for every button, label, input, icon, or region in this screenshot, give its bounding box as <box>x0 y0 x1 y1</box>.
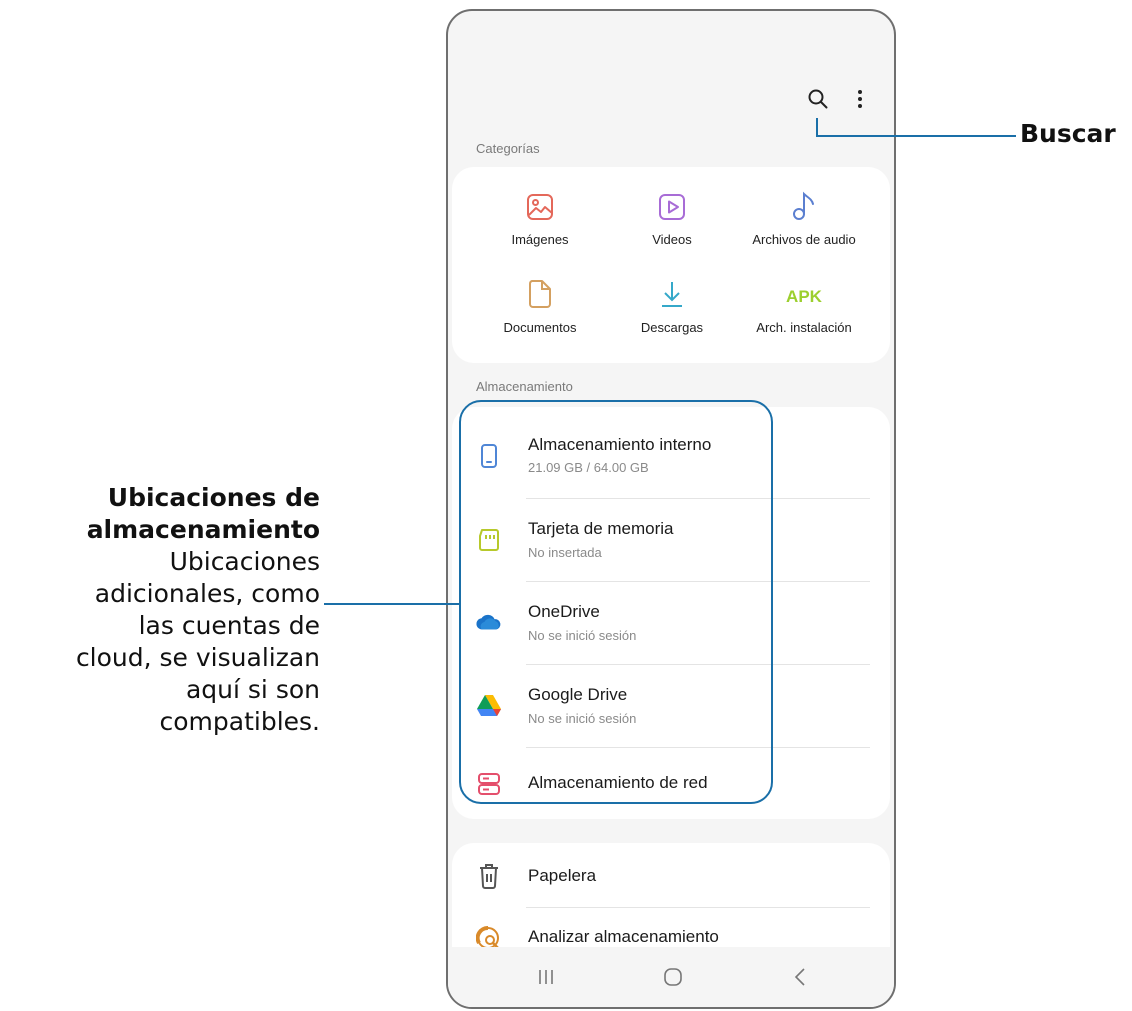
storage-callout-desc: cloud, se visualizan <box>75 643 320 672</box>
storage-callout-desc: adicionales, como <box>94 579 320 608</box>
storage-callout-title: Ubicaciones de <box>107 483 320 512</box>
storage-callout-desc: compatibles. <box>159 707 321 736</box>
storage-callout: Ubicaciones de almacenamiento Ubicacione… <box>0 482 320 738</box>
storage-callout-desc: Ubicaciones <box>169 547 320 576</box>
storage-callout-title: almacenamiento <box>86 515 320 544</box>
search-callout-label: Buscar <box>1020 119 1116 148</box>
storage-callout-desc: las cuentas de <box>138 611 320 640</box>
search-callout: Buscar <box>1020 119 1116 148</box>
storage-callout-desc: aquí si son <box>185 675 320 704</box>
